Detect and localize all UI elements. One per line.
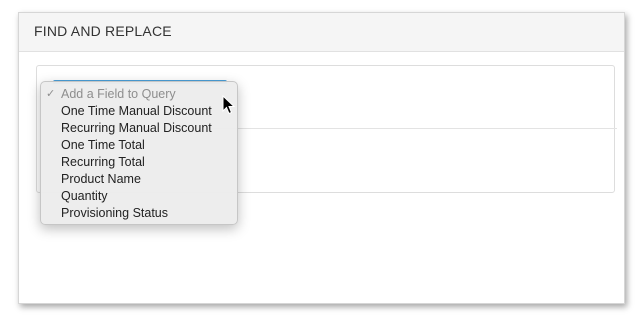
dropdown-option-one-time-manual-discount[interactable]: One Time Manual Discount xyxy=(41,103,237,120)
dropdown-option-one-time-total[interactable]: One Time Total xyxy=(41,137,237,154)
panel-title: FIND AND REPLACE xyxy=(34,23,172,39)
dropdown-option-label: Product Name xyxy=(61,172,141,186)
dropdown-option-label: Add a Field to Query xyxy=(61,87,176,101)
dropdown-option-recurring-total[interactable]: Recurring Total xyxy=(41,154,237,171)
dropdown-option-label: Recurring Manual Discount xyxy=(61,121,212,135)
dropdown-option-label: Provisioning Status xyxy=(61,206,169,220)
field-dropdown-menu[interactable]: ✓ Add a Field to Query One Time Manual D… xyxy=(40,81,238,225)
checkmark-icon: ✓ xyxy=(46,88,56,100)
dropdown-option-recurring-manual-discount[interactable]: Recurring Manual Discount xyxy=(41,120,237,137)
dropdown-option-label: Recurring Total xyxy=(61,155,145,169)
mouse-pointer-icon xyxy=(222,95,236,115)
dropdown-option-product-name[interactable]: Product Name xyxy=(41,171,237,188)
dropdown-option-label: One Time Total xyxy=(61,138,145,152)
dropdown-option-label: Quantity xyxy=(61,189,108,203)
dropdown-option-quantity[interactable]: Quantity xyxy=(41,188,237,205)
dropdown-option-add-field[interactable]: ✓ Add a Field to Query xyxy=(41,86,237,103)
dropdown-option-provisioning-status[interactable]: Provisioning Status xyxy=(41,205,237,222)
dropdown-option-label: One Time Manual Discount xyxy=(61,104,212,118)
panel-header: FIND AND REPLACE xyxy=(19,13,624,52)
